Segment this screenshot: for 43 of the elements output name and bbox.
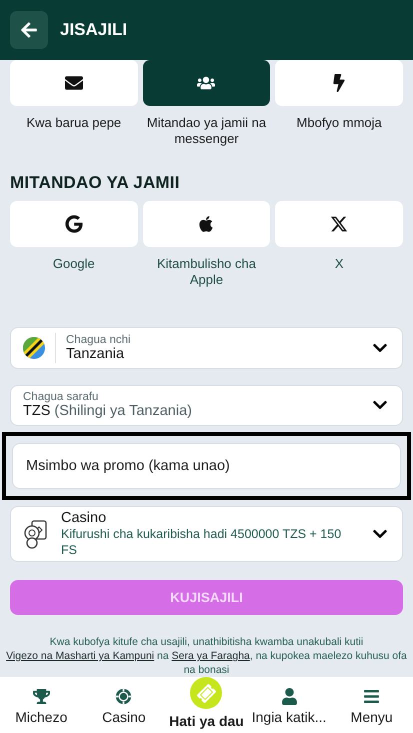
currency-select[interactable]: Chagua sarafu TZS (Shilingi ya Tanzania): [10, 384, 403, 426]
country-select[interactable]: Chagua nchi Tanzania: [10, 327, 403, 369]
google-icon: [64, 215, 83, 233]
method-label: Mitandao ya jamii na messenger: [146, 115, 268, 147]
field-label: Chagua sarafu: [23, 391, 100, 404]
trophy-icon: [32, 688, 50, 705]
legal-link[interactable]: Vigezo na Masharti ya Kampuni: [6, 650, 154, 662]
legal-notice: Kwa kubofya kitufe cha usajili, unathibitisha kwamba unakubali kutii Vigezo na Masharti ya Kampuni na Sera ya Faragha, na kupokea maelezo kuhusu ofa na bonasi: [5, 635, 408, 677]
social-button[interactable]: [10, 201, 138, 247]
section-title: MITANDAO YA JAMII: [10, 173, 181, 193]
bonus-select[interactable]: Casino Kifurushi cha kukaribisha hadi 4500000 TZS + 150 FS: [10, 506, 403, 562]
back-arrow-icon: [20, 21, 38, 39]
bonus-description: Kifurushi cha kukaribisha hadi 4500000 TZS + 150 FS: [61, 526, 342, 558]
social-label: Google: [52, 256, 95, 272]
casino-chips-icon: [23, 518, 49, 549]
field-value: TZS (Shilingi ya Tanzania): [23, 403, 193, 420]
nav-item[interactable]: Michezo: [0, 677, 83, 733]
envelope-icon: [64, 74, 83, 92]
flag-icon: [23, 336, 45, 359]
apple-icon: [197, 215, 216, 233]
nav-item[interactable]: Ingia katik...: [248, 677, 330, 733]
method-tab[interactable]: [10, 60, 138, 106]
nav-item[interactable]: Hati ya dau: [165, 677, 248, 733]
legal-link[interactable]: Sera ya Faragha: [172, 650, 250, 662]
social-label: Kitambulisho cha Apple: [156, 256, 257, 288]
x-icon: [330, 215, 348, 233]
social-label: X: [334, 256, 344, 272]
casino-chip-icon: [115, 688, 132, 705]
method-label: Mbofyo mmoja: [296, 115, 382, 131]
nav-item[interactable]: Casino: [82, 677, 166, 733]
back-button[interactable]: [10, 11, 48, 49]
menu-icon: [363, 688, 380, 705]
field-value: Tanzania: [66, 346, 126, 362]
nav-item[interactable]: Menyu: [330, 677, 413, 733]
social-button[interactable]: [142, 201, 270, 247]
method-label: Kwa barua pepe: [26, 115, 122, 131]
page-title: JISAJILI: [60, 20, 128, 40]
bonus-title: Casino: [61, 510, 108, 526]
users-icon: [197, 74, 216, 92]
promo-code-field[interactable]: Msimbo wa promo (kama unao): [12, 442, 401, 489]
user-icon: [280, 688, 298, 705]
field-label: Chagua nchi: [66, 334, 132, 346]
method-tab[interactable]: [142, 60, 270, 106]
